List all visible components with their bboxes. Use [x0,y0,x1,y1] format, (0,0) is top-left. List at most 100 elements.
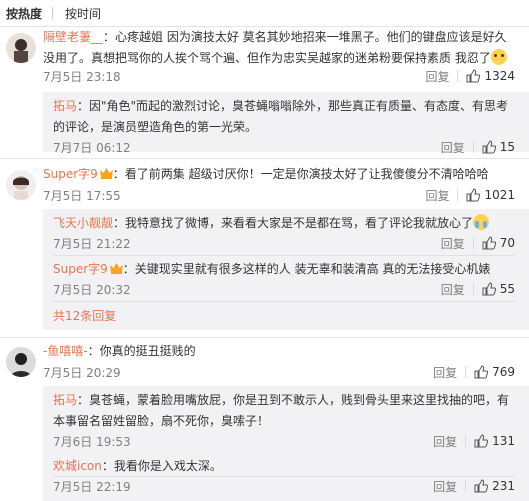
action-divider [472,237,474,249]
crying-face-emoji-icon [473,214,490,230]
reply-button[interactable]: 回复 [441,235,465,252]
like-button[interactable]: 131 [474,434,515,448]
comment-text: ：心疼越姐 因为演技太好 莫名其妙地招来一堆黑子。他们的键盘应该是好久没用了。真… [43,30,507,65]
reply-username[interactable]: 欢城icon [53,459,102,473]
comment-divider [0,337,529,338]
comment-time: 7月5日 17:55 [43,188,121,203]
comment-time: 7月5日 20:29 [43,365,121,380]
like-count: 769 [492,365,515,379]
comment-meta: 7月5日 23:18 回复 1324 [43,67,515,85]
reply-time: 7月5日 21:22 [53,236,131,251]
comment-divider [0,158,529,159]
reply-button[interactable]: 回复 [441,281,465,298]
reply-body: 欢城icon：我看你是入戏太深。 [53,456,515,477]
action-divider [465,480,467,492]
reply-username[interactable]: 拓马 [53,393,77,407]
comment-time: 7月5日 23:18 [43,69,121,84]
like-button[interactable]: 55 [482,282,515,296]
comment-username[interactable]: -鱼嘻嘻- [43,344,88,358]
thumbs-up-icon [466,69,481,83]
reply-meta: 7月6日 19:53 回复 131 [53,432,515,450]
like-count: 1021 [484,188,515,202]
like-count: 131 [492,434,515,448]
reply-button[interactable]: 回复 [425,68,449,85]
reply-text: ：我看你是入戏太深。 [101,459,222,473]
reply-body: 拓马：因"角色"而起的激烈讨论，臭苍蝇嗡嗡除外，那些真正有质量、有态度、有思考的… [53,96,515,138]
comment-body: -鱼嘻嘻-：你真的挺丑挺贱的 [43,341,515,362]
action-divider [472,141,474,153]
comment-meta: 7月5日 20:29 回复 769 [43,363,515,381]
reply-button[interactable]: 回复 [433,433,457,450]
thumbs-up-icon [474,434,489,448]
like-count: 1324 [484,69,515,83]
comment-item: -鱼嘻嘻-：你真的挺丑挺贱的 7月5日 20:29 回复 769 拓马：臭苍蝇，… [0,341,529,501]
comment-text: ：看了前两集 超级讨厌你！一定是你演技太好了让我傻傻分不清哈哈哈 [112,167,489,181]
action-divider [457,189,459,201]
like-button[interactable]: 769 [474,365,515,379]
vip-crown-icon [109,263,123,274]
comment-username[interactable]: Super字9 [43,167,98,181]
reply-item: 拓马：臭苍蝇，蒙着脸用嘴放屁，你是丑到不敢示人，贱到骨头里来这里找抽的吧，有本事… [53,390,515,450]
reply-username[interactable]: 飞天小靓靓 [53,216,113,230]
thumbs-up-icon [482,140,496,154]
like-count: 231 [492,479,515,493]
reply-body: 拓马：臭苍蝇，蒙着脸用嘴放屁，你是丑到不敢示人，贱到骨头里来这里找抽的吧，有本事… [53,390,515,432]
thumbs-up-icon [482,236,496,250]
thumbs-up-icon [474,479,489,493]
reply-item: 拓马：因"角色"而起的激烈讨论，臭苍蝇嗡嗡除外，那些真正有质量、有态度、有思考的… [53,96,515,156]
reply-button[interactable]: 回复 [441,139,465,156]
like-button[interactable]: 70 [482,236,515,250]
reply-text: ：因"角色"而起的激烈讨论，臭苍蝇嗡嗡除外，那些真正有质量、有态度、有思考的评论… [53,99,509,134]
comment-meta: 7月5日 17:55 回复 1021 [43,186,515,204]
reply-box: 拓马：因"角色"而起的激烈讨论，臭苍蝇嗡嗡除外，那些真正有质量、有态度、有思考的… [43,92,529,155]
like-button[interactable]: 1021 [466,188,515,202]
reply-button[interactable]: 回复 [425,187,449,204]
comment-username[interactable]: 隔壁老萋__ [43,30,103,44]
action-divider [465,366,467,378]
reply-time: 7月7日 06:12 [53,140,131,155]
reply-button[interactable]: 回复 [433,364,457,381]
reply-meta: 7月5日 22:19 回复 231 [53,477,515,495]
reply-time: 7月5日 22:19 [53,479,131,494]
reply-box: 拓马：臭苍蝇，蒙着脸用嘴放屁，你是丑到不敢示人，贱到骨头里来这里找抽的吧，有本事… [43,386,529,501]
reply-meta: 7月7日 06:12 回复 15 [53,138,515,156]
thumbs-up-icon [466,188,481,202]
reply-time: 7月6日 19:53 [53,434,131,449]
avatar[interactable] [6,347,36,377]
sort-by-time[interactable]: 按时间 [65,5,101,22]
vip-crown-icon [99,168,113,179]
comment-text: ：你真的挺丑挺贱的 [87,344,196,358]
thumbs-up-icon [474,365,489,379]
action-divider [457,70,459,82]
reply-button[interactable]: 回复 [433,478,457,495]
comment-item: Super字9 ：看了前两集 超级讨厌你！一定是你演技太好了让我傻傻分不清哈哈哈 … [0,164,529,334]
like-count: 15 [499,140,515,154]
reply-username[interactable]: 拓马 [53,99,77,113]
reply-username[interactable]: Super字9 [53,262,108,276]
reply-divider [53,255,515,256]
comment-item: 隔壁老萋__：心疼越姐 因为演技太好 莫名其妙地招来一堆黑子。他们的键盘应该是好… [0,27,529,171]
like-button[interactable]: 15 [482,140,515,154]
reply-text: ：我特意找了微博，来看看大家是不是都在骂，看了评论我就放心了 [113,216,474,230]
sort-divider [52,7,54,19]
reply-box: 飞天小靓靓：我特意找了微博，来看看大家是不是都在骂，看了评论我就放心了 7月5日… [43,209,529,330]
like-count: 70 [499,236,515,250]
avatar[interactable] [6,33,36,63]
sad-face-emoji-icon [490,49,507,65]
comment-body: 隔壁老萋__：心疼越姐 因为演技太好 莫名其妙地招来一堆黑子。他们的键盘应该是好… [43,27,515,69]
action-divider [472,283,474,295]
avatar[interactable] [6,170,36,200]
reply-body: 飞天小靓靓：我特意找了微博，来看看大家是不是都在骂，看了评论我就放心了 [53,213,515,234]
reply-item: 欢城icon：我看你是入戏太深。 7月5日 22:19 回复 231 [53,456,515,495]
sort-bar: 按热度 按时间 [0,0,529,27]
comment-body: Super字9 ：看了前两集 超级讨厌你！一定是你演技太好了让我傻傻分不清哈哈哈 [43,164,515,185]
thumbs-up-icon [482,282,496,296]
like-button[interactable]: 1324 [466,69,515,83]
reply-item: Super字9 ：关键现实里就有很多这样的人 装无辜和装清高 真的无法接受心机婊 … [53,259,515,298]
sort-by-hot[interactable]: 按热度 [6,5,42,22]
action-divider [465,435,467,447]
like-button[interactable]: 231 [474,479,515,493]
reply-text: ：关键现实里就有很多这样的人 装无辜和装清高 真的无法接受心机婊 [122,262,491,276]
reply-body: Super字9 ：关键现实里就有很多这样的人 装无辜和装清高 真的无法接受心机婊 [53,259,515,280]
more-replies-link[interactable]: 共12条回复 [53,307,116,324]
